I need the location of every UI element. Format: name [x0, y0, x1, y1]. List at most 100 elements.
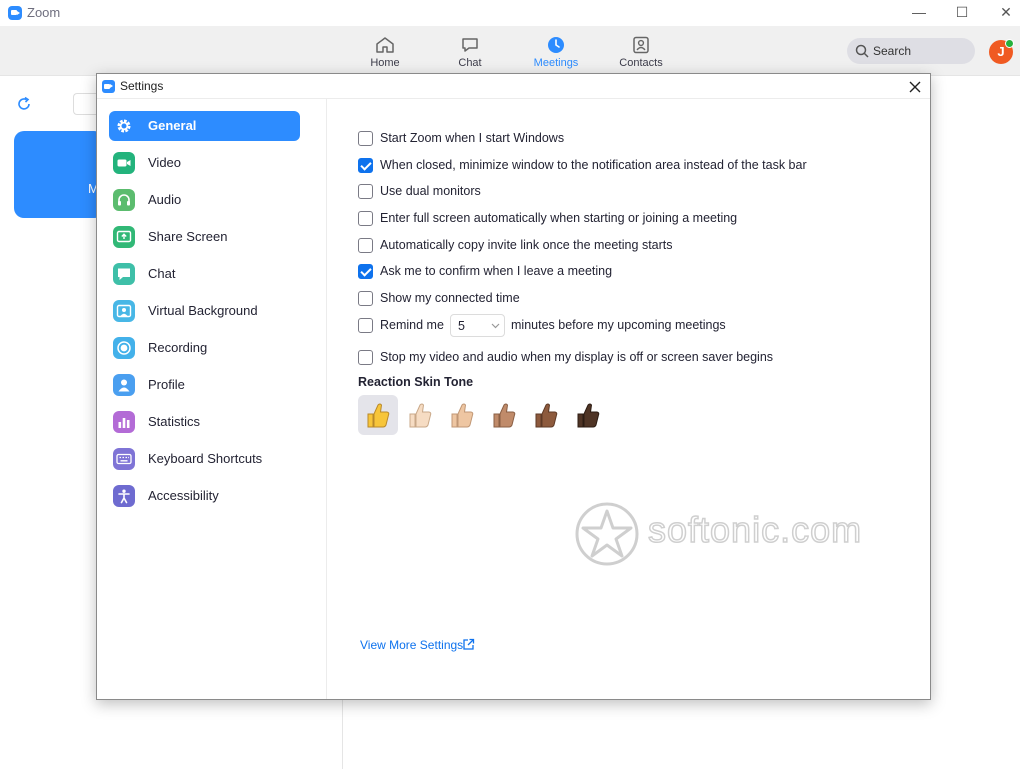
sidebar-item-accessibility[interactable]: Accessibility [109, 481, 300, 511]
sidebar-item-recording[interactable]: Recording [109, 333, 300, 363]
sidebar-item-label: Share Screen [148, 229, 228, 244]
contacts-icon [633, 36, 649, 54]
close-icon[interactable] [905, 77, 925, 97]
sidebar-item-label: Profile [148, 377, 185, 392]
thumbs-up-icon [535, 403, 558, 428]
nav-contacts[interactable]: Contacts [606, 36, 676, 72]
search-input[interactable]: Search [847, 38, 975, 64]
clock-icon [548, 37, 564, 53]
checkbox-checked[interactable] [358, 158, 373, 173]
maximize-button[interactable]: ☐ [948, 2, 976, 22]
sidebar-item-label: Audio [148, 192, 182, 207]
sidebar-item-label: Statistics [148, 414, 201, 429]
sidebar-item-share-screen[interactable]: Share Screen [109, 222, 300, 252]
thumbs-up-icon [367, 403, 390, 428]
sidebar-item-general[interactable]: General [109, 111, 300, 141]
checkbox[interactable] [358, 291, 373, 306]
main-toolbar: Home Chat Meetings Contacts Search J [0, 26, 1020, 76]
watermark-text: softonic.com [647, 508, 863, 551]
general-settings-panel: Start Zoom when I start Windows When clo… [328, 99, 930, 699]
gear-icon [113, 115, 135, 137]
skin-tone-option[interactable] [400, 395, 440, 435]
option-label: When closed, minimize window to the noti… [380, 158, 807, 172]
option-label: Ask me to confirm when I leave a meeting [380, 264, 613, 278]
chevron-down-icon [491, 323, 500, 329]
watermark: softonic.com [572, 499, 862, 574]
nav-home[interactable]: Home [350, 36, 420, 72]
home-icon [376, 37, 394, 53]
option-label: Enter full screen automatically when sta… [380, 211, 738, 225]
softonic-logo-icon [575, 502, 639, 566]
checkbox[interactable] [358, 211, 373, 226]
remind-suffix: minutes before my upcoming meetings [511, 318, 726, 332]
video-icon [113, 152, 135, 174]
headphones-icon [113, 189, 135, 211]
nav-meetings-label: Meetings [533, 57, 579, 69]
zoom-logo-icon [102, 80, 115, 93]
nav-chat[interactable]: Chat [435, 36, 505, 72]
settings-title: Settings [120, 79, 164, 93]
skin-tone-title: Reaction Skin Tone [358, 375, 474, 389]
checkbox[interactable] [358, 131, 373, 146]
option-label: Automatically copy invite link once the … [380, 238, 673, 252]
thumbs-up-icon [409, 403, 432, 428]
nav-contacts-label: Contacts [619, 57, 663, 69]
sidebar-item-label: Virtual Background [148, 303, 258, 318]
nav-chat-label: Chat [458, 57, 482, 69]
option-label: Use dual monitors [380, 184, 481, 198]
person-frame-icon [113, 300, 135, 322]
sidebar-item-video[interactable]: Video [109, 148, 300, 178]
settings-sidebar: General Video Audio Share Screen Chat Vi… [97, 99, 327, 699]
search-icon [855, 44, 869, 58]
close-window-button[interactable]: ✕ [992, 2, 1020, 22]
minimize-button[interactable]: — [905, 2, 933, 22]
profile-icon [113, 374, 135, 396]
view-more-settings-link[interactable]: View More Settings [360, 638, 463, 652]
sidebar-item-profile[interactable]: Profile [109, 370, 300, 400]
avatar[interactable]: J [989, 39, 1014, 64]
remind-minutes-value: 5 [458, 319, 465, 333]
settings-titlebar: Settings [97, 74, 930, 99]
sidebar-item-keyboard-shortcuts[interactable]: Keyboard Shortcuts [109, 444, 300, 474]
checkbox[interactable] [358, 238, 373, 253]
thumbs-up-icon [451, 403, 474, 428]
sidebar-item-label: Accessibility [148, 488, 219, 503]
chat-bubble-icon [113, 263, 135, 285]
skin-tone-option[interactable] [484, 395, 524, 435]
sidebar-item-label: Recording [148, 340, 208, 355]
app-titlebar: Zoom — ☐ ✕ [0, 0, 1020, 26]
nav-home-label: Home [370, 57, 400, 69]
sidebar-item-label: Keyboard Shortcuts [148, 451, 263, 466]
skin-tone-option[interactable] [526, 395, 566, 435]
skin-tone-option[interactable] [442, 395, 482, 435]
sidebar-item-audio[interactable]: Audio [109, 185, 300, 215]
sidebar-item-label: Chat [148, 266, 176, 281]
search-placeholder: Search [873, 44, 912, 58]
accessibility-icon [113, 485, 135, 507]
sidebar-item-statistics[interactable]: Statistics [109, 407, 300, 437]
sidebar-item-label: Video [148, 155, 182, 170]
refresh-icon[interactable] [16, 96, 32, 112]
remind-minutes-select[interactable]: 5 [450, 314, 505, 337]
app-title: Zoom [27, 5, 61, 20]
skin-tone-option[interactable] [358, 395, 398, 435]
option-label: Remind me [380, 318, 444, 332]
chat-icon [462, 38, 478, 52]
checkbox[interactable] [358, 350, 373, 365]
thumbs-up-icon [493, 403, 516, 428]
sidebar-item-chat[interactable]: Chat [109, 259, 300, 289]
skin-tone-option[interactable] [568, 395, 608, 435]
option-label: Start Zoom when I start Windows [380, 131, 565, 145]
sidebar-item-virtual-background[interactable]: Virtual Background [109, 296, 300, 326]
record-icon [113, 337, 135, 359]
checkbox-checked[interactable] [358, 264, 373, 279]
share-screen-icon [113, 226, 135, 248]
checkbox[interactable] [358, 318, 373, 333]
bar-chart-icon [113, 411, 135, 433]
nav-meetings[interactable]: Meetings [521, 36, 591, 72]
external-link-icon[interactable] [462, 638, 475, 651]
checkbox[interactable] [358, 184, 373, 199]
thumbs-up-icon [577, 403, 600, 428]
zoom-logo-icon [8, 6, 22, 20]
new-meeting-card[interactable]: M [14, 131, 104, 218]
